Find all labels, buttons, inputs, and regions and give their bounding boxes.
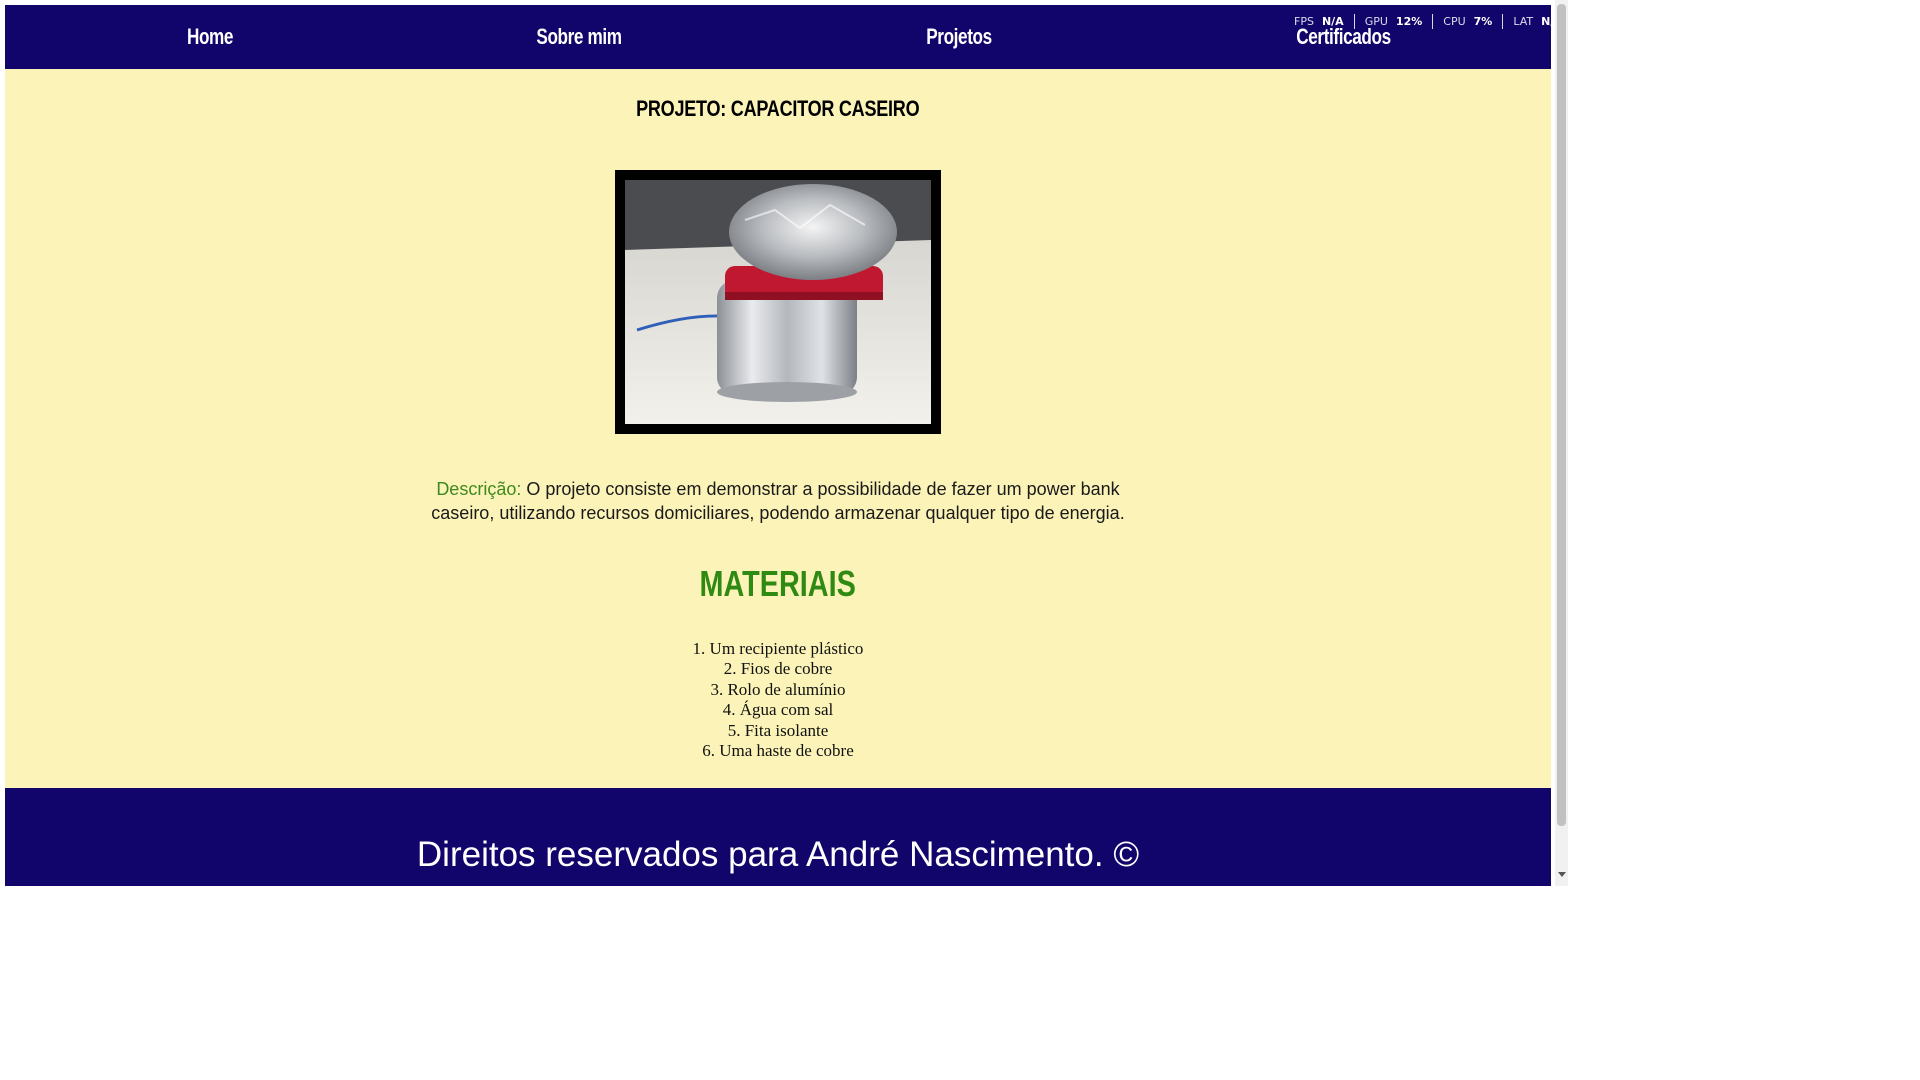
gpu-value: 12% [1395, 14, 1423, 28]
scroll-down-arrow-icon[interactable] [1558, 872, 1566, 877]
top-navbar: Home Sobre mim Projetos Certificados FPS… [5, 5, 1551, 69]
lat-value: N/A [1541, 14, 1551, 28]
perf-divider [1353, 13, 1355, 29]
scrollbar-thumb[interactable] [1557, 4, 1566, 826]
materials-heading: MATERIAIS [5, 563, 1551, 605]
list-item: 6. Uma haste de cobre [702, 741, 854, 761]
nav-home-link[interactable]: Home [171, 5, 249, 69]
cpu-label: CPU [1443, 14, 1466, 28]
nav-projects-link[interactable]: Projetos [916, 5, 1002, 69]
lat-label: LAT [1513, 14, 1534, 28]
cpu-value: 7% [1473, 14, 1493, 28]
list-item: 5. Fita isolante [727, 720, 829, 740]
description-text: O projeto consiste em demonstrar a possi… [431, 479, 1125, 523]
capacitor-photo [625, 180, 931, 424]
list-item: 4. Água com sal [722, 700, 834, 720]
nav-about-link[interactable]: Sobre mim [528, 5, 629, 69]
performance-overlay: FPS N/A GPU 12% CPU 7% LAT N/A [1294, 13, 1551, 29]
page-viewport: Home Sobre mim Projetos Certificados FPS… [5, 5, 1551, 886]
perf-divider [1432, 13, 1434, 29]
fps-label: FPS [1294, 14, 1314, 28]
list-item: 2. Fios de cobre [723, 659, 833, 679]
list-item: 1. Um recipiente plástico [692, 639, 864, 658]
project-title-text: PROJETO: CAPACITOR CASEIRO [636, 96, 920, 121]
footer-copyright: Direitos reservados para André Nasciment… [416, 835, 1140, 874]
capacitor-illustration [625, 180, 931, 424]
project-description: Descrição: O projeto consiste em demonst… [425, 477, 1131, 525]
description-label: Descrição: [436, 479, 522, 499]
list-item: 3. Rolo de alumínio [710, 679, 846, 699]
materials-heading-text: MATERIAIS [699, 563, 857, 604]
project-photo-frame [615, 170, 941, 434]
fps-value: N/A [1321, 14, 1344, 28]
project-title: PROJETO: CAPACITOR CASEIRO [5, 96, 1551, 122]
materials-list: 1. Um recipiente plástico 2. Fios de cob… [5, 639, 1551, 761]
perf-divider [1502, 13, 1504, 29]
gpu-label: GPU [1364, 14, 1388, 28]
